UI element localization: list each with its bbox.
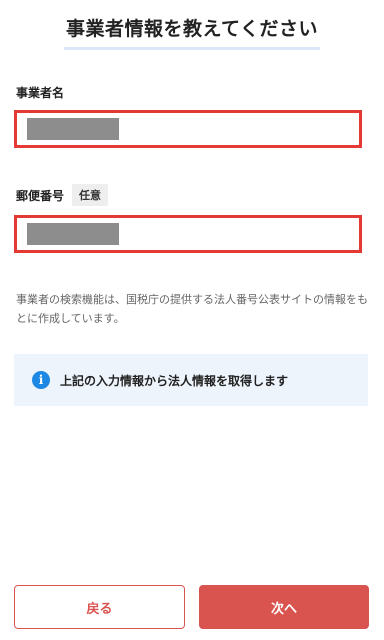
business-name-field[interactable] — [14, 110, 362, 148]
info-icon: i — [32, 371, 50, 389]
redacted-value — [27, 223, 119, 245]
back-button[interactable]: 戻る — [14, 585, 185, 629]
search-description: 事業者の検索機能は、国税庁の提供する法人番号公表サイトの情報をもとに作成していま… — [16, 293, 368, 325]
info-notice: i 上記の入力情報から法人情報を取得します — [14, 354, 368, 406]
next-button[interactable]: 次へ — [199, 585, 369, 629]
redacted-value — [27, 118, 119, 140]
postal-code-field[interactable] — [14, 215, 362, 253]
postal-code-label: 郵便番号 — [16, 188, 65, 203]
business-name-label: 事業者名 — [16, 86, 65, 100]
page-title: 事業者情報を教えてください — [64, 14, 320, 50]
info-text: 上記の入力情報から法人情報を取得します — [60, 373, 289, 388]
postal-code-label-row: 郵便番号 任意 — [16, 184, 109, 206]
page-header: 事業者情報を教えてください — [0, 14, 384, 50]
business-name-label-row: 事業者名 — [16, 84, 64, 101]
optional-badge: 任意 — [72, 184, 109, 206]
